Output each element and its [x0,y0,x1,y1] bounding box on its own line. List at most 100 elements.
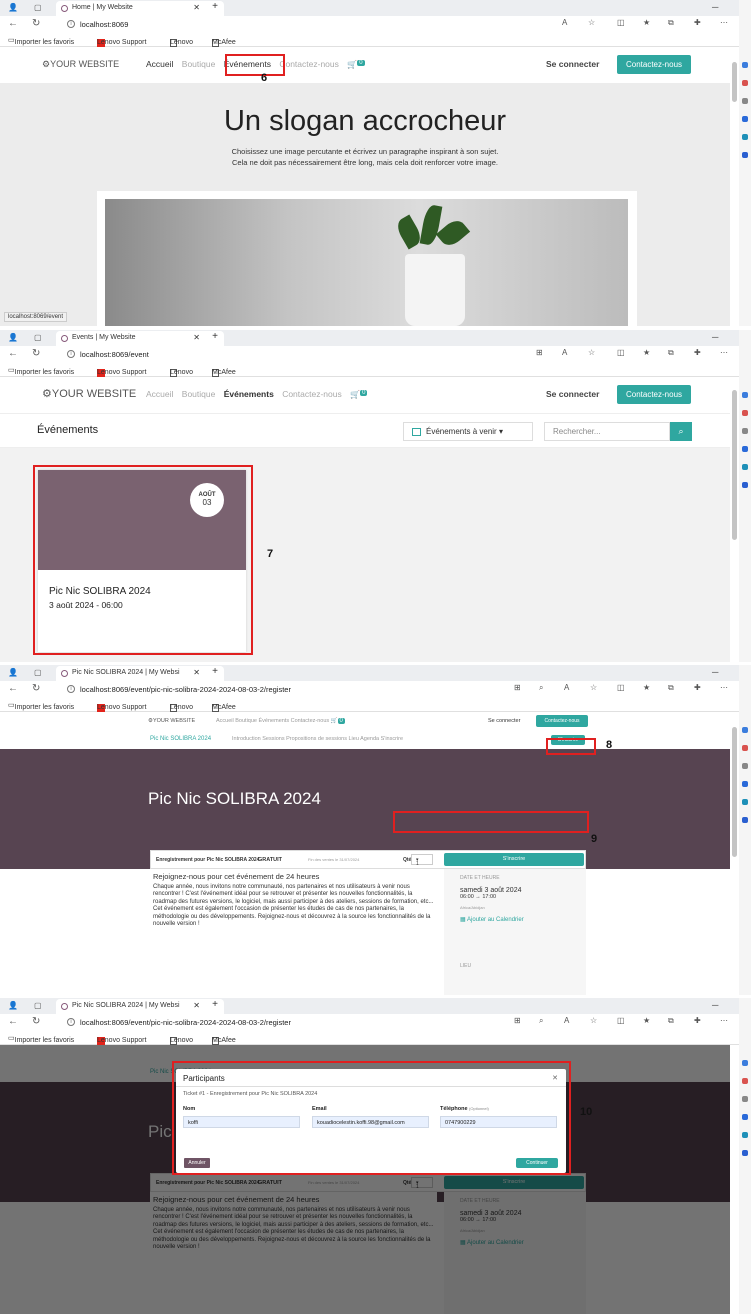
star-icon[interactable]: ☆ [590,1016,597,1025]
menu-contact[interactable]: Contactez-nous [279,59,339,69]
contact-button[interactable]: Contactez-nous [536,715,588,727]
zoom-icon[interactable]: ⌕ [539,683,543,693]
cart-icon[interactable]: 🛒 0 [350,390,373,399]
tab-actions-icon[interactable]: ▢ [34,668,42,677]
tab-actions-icon[interactable]: ▢ [34,3,42,12]
favorites-icon[interactable]: ★ [643,348,650,357]
menu-evenements[interactable]: Événements [259,718,290,724]
site-logo[interactable]: ⚙YOUR WEBSITE [148,718,195,724]
refresh-icon[interactable]: ↻ [32,348,40,359]
scrollbar[interactable] [732,727,737,857]
back-icon[interactable]: ← [8,348,18,359]
refresh-icon[interactable]: ↻ [32,18,40,29]
event-subnav-links[interactable]: Introduction Sessions Propositions de se… [232,736,403,742]
new-tab-icon[interactable]: + [212,331,218,342]
browser-tab[interactable]: Pic Nic SOLIBRA 2024 | My Websi ✕ + [56,666,224,681]
favorites-icon[interactable]: ★ [643,18,650,27]
search-icon[interactable]: ⌕ [670,422,692,441]
minimize-icon[interactable]: ─ [712,332,718,342]
profile-icon[interactable]: 👤 [8,668,18,677]
event-subnav-name[interactable]: Pic Nic SOLIBRA 2024 [150,736,211,742]
read-aloud-icon[interactable]: A [564,1016,569,1025]
app-icon[interactable]: ⊞ [514,1016,521,1025]
menu-contact[interactable]: Contactez-nous [282,389,342,399]
star-icon[interactable]: ☆ [588,18,595,27]
site-logo[interactable]: ⚙YOUR WEBSITE [42,59,119,70]
new-tab-icon[interactable]: + [212,666,218,677]
app-icon[interactable]: ⊞ [536,348,543,357]
browser-tab[interactable]: Pic Nic SOLIBRA 2024 | My Websi ✕ + [56,999,224,1014]
url-field[interactable]: i localhost:8069/event/pic-nic-solibra-20… [62,683,297,696]
menu-contact[interactable]: Contactez-nous [291,718,330,724]
add-calendar-link[interactable]: ▦ Ajouter au Calendrier [460,916,570,923]
new-tab-icon[interactable]: + [212,999,218,1010]
more-icon[interactable]: ⋯ [720,1016,728,1025]
extensions-icon[interactable]: ✚ [694,683,701,692]
split-screen-icon[interactable]: ◫ [617,18,625,27]
menu-accueil[interactable]: Accueil [146,389,173,399]
extensions-icon[interactable]: ✚ [694,18,701,27]
minimize-icon[interactable]: ─ [712,2,718,12]
close-tab-icon[interactable]: ✕ [193,333,200,342]
read-aloud-icon[interactable]: A [562,18,567,27]
profile-icon[interactable]: 👤 [8,1001,18,1010]
events-filter-dropdown[interactable]: Événements à venir ▾ [403,422,533,441]
contact-button[interactable]: Contactez-nous [617,385,691,404]
split-screen-icon[interactable]: ◫ [617,1016,625,1025]
menu-accueil[interactable]: Accueil [216,718,234,724]
minimize-icon[interactable]: ─ [712,667,718,677]
scrollbar[interactable] [732,62,737,102]
split-screen-icon[interactable]: ◫ [617,683,625,692]
menu-boutique[interactable]: Boutique [182,389,216,399]
app-icon[interactable]: ⊞ [514,683,521,692]
profile-icon[interactable]: 👤 [8,3,18,12]
login-link[interactable]: Se connecter [488,718,520,724]
url-field[interactable]: i localhost:8069/event/pic-nic-solibra-20… [62,1016,297,1029]
menu-accueil[interactable]: Accueil [146,59,173,69]
back-icon[interactable]: ← [8,683,18,694]
events-search-input[interactable]: Rechercher... [544,422,670,441]
qty-select[interactable]: 1 ▾ [411,854,433,867]
register-button[interactable]: S'inscrire [444,853,584,866]
collections-icon[interactable]: ⧉ [668,683,674,693]
more-icon[interactable]: ⋯ [720,18,728,27]
menu-boutique[interactable]: Boutique [235,718,257,724]
tab-actions-icon[interactable]: ▢ [34,1001,42,1010]
login-link[interactable]: Se connecter [546,59,599,69]
read-aloud-icon[interactable]: A [562,348,567,357]
menu-boutique[interactable]: Boutique [182,59,216,69]
login-link[interactable]: Se connecter [546,389,599,399]
import-favorites-link[interactable]: ▭ Importer les favoris [8,701,74,711]
tab-actions-icon[interactable]: ▢ [34,333,42,342]
read-aloud-icon[interactable]: A [564,683,569,692]
import-favorites-link[interactable]: ▭ Importer les favoris [8,366,74,376]
close-tab-icon[interactable]: ✕ [193,3,200,12]
back-icon[interactable]: ← [8,18,18,29]
import-favorites-link[interactable]: ▭ Importer les favoris [8,36,74,46]
extensions-icon[interactable]: ✚ [694,1016,701,1025]
url-field[interactable]: i localhost:8069 [62,18,135,31]
refresh-icon[interactable]: ↻ [32,1016,40,1027]
star-icon[interactable]: ☆ [588,348,595,357]
cart-icon[interactable]: 🛒 0 [347,60,370,69]
collections-icon[interactable]: ⧉ [668,18,674,28]
star-icon[interactable]: ☆ [590,683,597,692]
site-logo[interactable]: ⚙YOUR WEBSITE [42,387,136,400]
extensions-icon[interactable]: ✚ [694,348,701,357]
split-screen-icon[interactable]: ◫ [617,348,625,357]
refresh-icon[interactable]: ↻ [32,683,40,694]
more-icon[interactable]: ⋯ [720,683,728,692]
collections-icon[interactable]: ⧉ [668,1016,674,1026]
favorites-icon[interactable]: ★ [643,1016,650,1025]
contact-button[interactable]: Contactez-nous [617,55,691,74]
favorites-icon[interactable]: ★ [643,683,650,692]
more-icon[interactable]: ⋯ [720,348,728,357]
url-field[interactable]: i localhost:8069/event [62,348,155,361]
collections-icon[interactable]: ⧉ [668,348,674,358]
minimize-icon[interactable]: ─ [712,1000,718,1010]
cart-icon[interactable]: 🛒 0 [331,718,345,724]
menu-evenements[interactable]: Événements [224,389,274,399]
profile-icon[interactable]: 👤 [8,333,18,342]
new-tab-icon[interactable]: + [212,1,218,12]
browser-tab[interactable]: Events | My Website ✕ + [56,331,224,346]
